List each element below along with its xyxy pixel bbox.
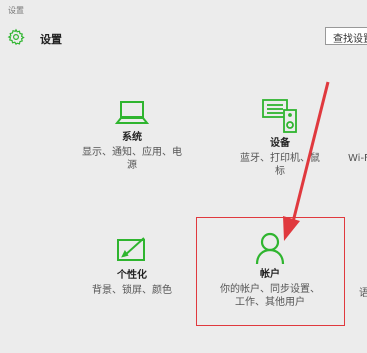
devices-icon <box>262 99 297 133</box>
tile-time-language[interactable]: 语 <box>359 285 367 300</box>
tile-description: Wi-Fi <box>348 153 367 164</box>
search-input[interactable]: 查找设置 <box>325 27 367 45</box>
window-title: 设置 <box>8 6 24 15</box>
tile-devices[interactable]: 设备 蓝牙、打印机、鼠标 <box>240 98 320 178</box>
tile-description: 语 <box>359 288 367 299</box>
tile-personalization[interactable]: 个性化 背景、锁屏、颜色 <box>80 236 184 297</box>
laptop-icon <box>115 101 149 124</box>
gear-icon <box>7 28 25 46</box>
tile-description: 蓝牙、打印机、鼠标 <box>240 153 320 177</box>
page-title: 设置 <box>40 33 62 46</box>
personalization-icon <box>117 237 145 261</box>
tile-label: 设备 <box>270 138 290 149</box>
tile-description: 显示、通知、应用、电源 <box>82 147 182 171</box>
tile-label: 个性化 <box>117 270 147 281</box>
tile-label: 系统 <box>122 132 142 143</box>
tile-system[interactable]: 系统 显示、通知、应用、电源 <box>80 98 184 172</box>
tile-description: 背景、锁屏、颜色 <box>92 285 172 296</box>
highlight-box <box>196 217 345 326</box>
tile-network[interactable]: Wi-Fi <box>348 98 367 165</box>
